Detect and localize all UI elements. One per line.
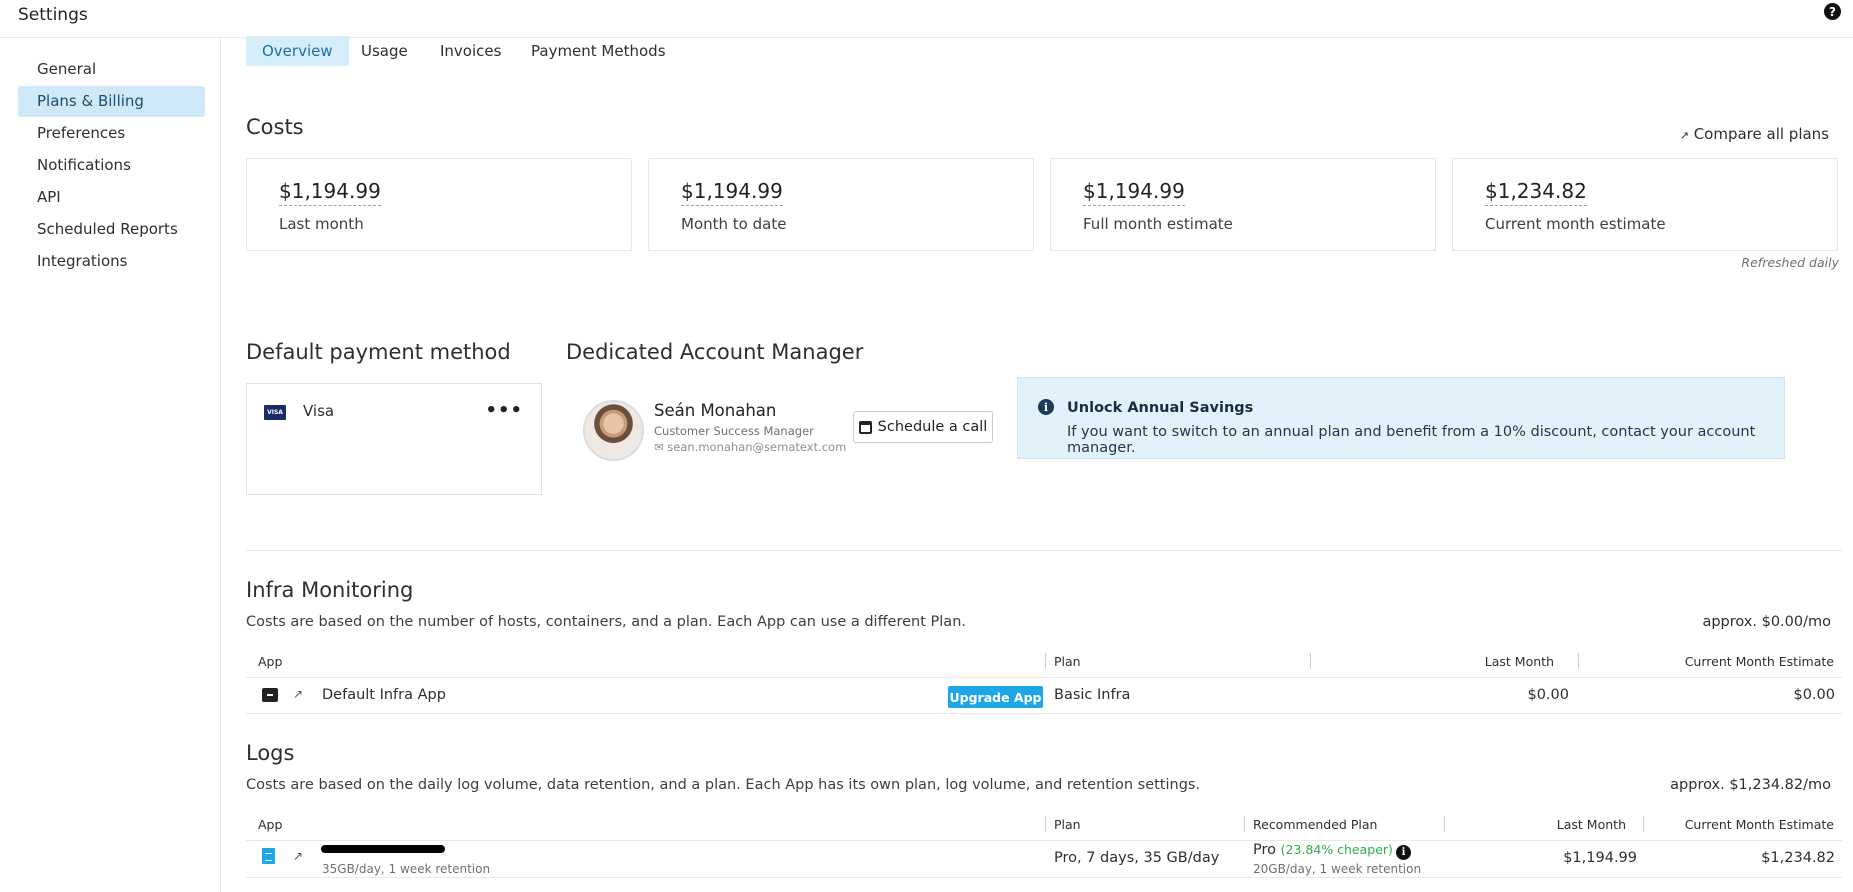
refreshed-note: Refreshed daily <box>1741 255 1839 270</box>
top-bar: Settings ? <box>0 0 1853 38</box>
tab-invoices[interactable]: Invoices <box>440 36 501 66</box>
cost-value: $1,194.99 <box>681 179 783 206</box>
card-brand: Visa <box>303 402 335 420</box>
recommended-plan: Pro (23.84% cheaper) <box>1253 842 1393 858</box>
mail-icon: ✉ <box>654 440 664 454</box>
help-icon[interactable]: ? <box>1824 3 1841 20</box>
savings-badge: (23.84% cheaper) <box>1280 842 1393 857</box>
manager-email[interactable]: ✉ sean.monahan@sematext.com <box>654 440 846 454</box>
sidebar-item-notifications[interactable]: Notifications <box>18 150 205 181</box>
upgrade-app-button[interactable]: Upgrade App <box>948 686 1043 708</box>
col-plan: Plan <box>1054 817 1081 832</box>
compare-plans-label: Compare all plans <box>1693 125 1829 143</box>
col-last-month: Last Month <box>1556 817 1626 832</box>
app-plan: Pro, 7 days, 35 GB/day <box>1054 850 1220 866</box>
external-link-icon[interactable]: ↗ <box>293 687 303 701</box>
manager-role: Customer Success Manager <box>654 424 814 438</box>
infra-description: Costs are based on the number of hosts, … <box>246 614 966 630</box>
payment-card: VISA Visa ••• <box>246 383 542 495</box>
external-link-icon: ↗ <box>1679 129 1689 142</box>
col-current-month: Current Month Estimate <box>1684 817 1834 832</box>
col-separator <box>1244 816 1245 832</box>
info-icon[interactable]: i <box>1396 845 1411 860</box>
tab-overview[interactable]: Overview <box>246 36 349 66</box>
archive-icon <box>262 688 278 702</box>
infra-approx: approx. $0.00/mo <box>1702 614 1831 630</box>
app-current-month: $0.00 <box>1793 687 1835 703</box>
col-separator <box>1045 653 1046 669</box>
recommended-plan-detail: 20GB/day, 1 week retention <box>1253 862 1422 876</box>
savings-text: If you want to switch to an annual plan … <box>1067 424 1756 456</box>
app-volume-retention: 35GB/day, 1 week retention <box>322 862 491 876</box>
divider <box>246 550 1842 551</box>
cost-card-full-month-estimate: $1,194.99 Full month estimate <box>1050 158 1436 251</box>
sidebar-item-preferences[interactable]: Preferences <box>18 118 205 149</box>
annual-savings-banner: i Unlock Annual Savings If you want to s… <box>1017 377 1785 459</box>
tab-payment-methods[interactable]: Payment Methods <box>531 36 666 66</box>
col-separator <box>1310 653 1311 669</box>
savings-title: Unlock Annual Savings <box>1067 400 1254 416</box>
avatar <box>583 400 644 461</box>
cost-card-last-month: $1,194.99 Last month <box>246 158 632 251</box>
calendar-icon <box>858 420 872 434</box>
col-app: App <box>258 817 283 832</box>
manager-name: Seán Monahan <box>654 401 777 420</box>
logs-table-header: App Plan Recommended Plan Last Month Cur… <box>246 812 1842 838</box>
sidebar-item-integrations[interactable]: Integrations <box>18 246 205 277</box>
col-plan: Plan <box>1054 654 1081 669</box>
table-row[interactable] <box>246 677 1842 714</box>
redacted-app-name <box>321 845 445 853</box>
cost-label: Month to date <box>681 215 787 233</box>
sidebar-item-general[interactable]: General <box>18 54 205 85</box>
schedule-call-button[interactable]: Schedule a call <box>853 411 993 443</box>
cost-card-month-to-date: $1,194.99 Month to date <box>648 158 1034 251</box>
col-last-month: Last Month <box>1484 654 1554 669</box>
col-separator <box>1643 816 1644 832</box>
logs-approx: approx. $1,234.82/mo <box>1670 777 1831 793</box>
compare-plans-link[interactable]: ↗ Compare all plans <box>1680 125 1829 143</box>
document-icon <box>262 848 275 864</box>
account-manager-title: Dedicated Account Manager <box>566 340 864 364</box>
col-recommended-plan: Recommended Plan <box>1253 817 1378 832</box>
cost-value: $1,194.99 <box>279 179 381 206</box>
tab-usage[interactable]: Usage <box>361 36 408 66</box>
infra-table-header: App Plan Last Month Current Month Estima… <box>246 649 1842 675</box>
col-separator <box>1444 816 1445 832</box>
info-icon: i <box>1038 399 1054 415</box>
app-current-month: $1,234.82 <box>1761 850 1835 866</box>
col-separator <box>1045 816 1046 832</box>
sidebar-item-plans-billing[interactable]: Plans & Billing <box>18 86 205 117</box>
cost-value: $1,234.82 <box>1485 179 1587 206</box>
sidebar-item-scheduled-reports[interactable]: Scheduled Reports <box>18 214 205 245</box>
infra-title: Infra Monitoring <box>246 578 414 602</box>
schedule-call-label: Schedule a call <box>877 419 988 435</box>
page-title: Settings <box>18 5 88 25</box>
payment-title: Default payment method <box>246 340 511 364</box>
col-app: App <box>258 654 283 669</box>
manager-email-text: sean.monahan@sematext.com <box>667 440 847 454</box>
more-options-icon[interactable]: ••• <box>485 400 523 421</box>
visa-icon: VISA <box>264 405 286 420</box>
app-last-month: $0.00 <box>1527 687 1569 703</box>
sidebar-item-api[interactable]: API <box>18 182 205 213</box>
cost-value: $1,194.99 <box>1083 179 1185 206</box>
logs-title: Logs <box>246 741 295 765</box>
cost-label: Last month <box>279 215 364 233</box>
cost-label: Full month estimate <box>1083 215 1233 233</box>
recommended-plan-name: Pro <box>1253 842 1277 858</box>
app-name[interactable]: Default Infra App <box>322 687 446 703</box>
cost-card-current-month-estimate: $1,234.82 Current month estimate <box>1452 158 1838 251</box>
logs-description: Costs are based on the daily log volume,… <box>246 777 1201 793</box>
app-last-month: $1,194.99 <box>1563 850 1637 866</box>
app-plan: Basic Infra <box>1054 687 1131 703</box>
col-separator <box>1578 653 1579 669</box>
col-current-month: Current Month Estimate <box>1684 654 1834 669</box>
cost-label: Current month estimate <box>1485 215 1666 233</box>
external-link-icon[interactable]: ↗ <box>293 849 303 863</box>
costs-title: Costs <box>246 115 304 139</box>
